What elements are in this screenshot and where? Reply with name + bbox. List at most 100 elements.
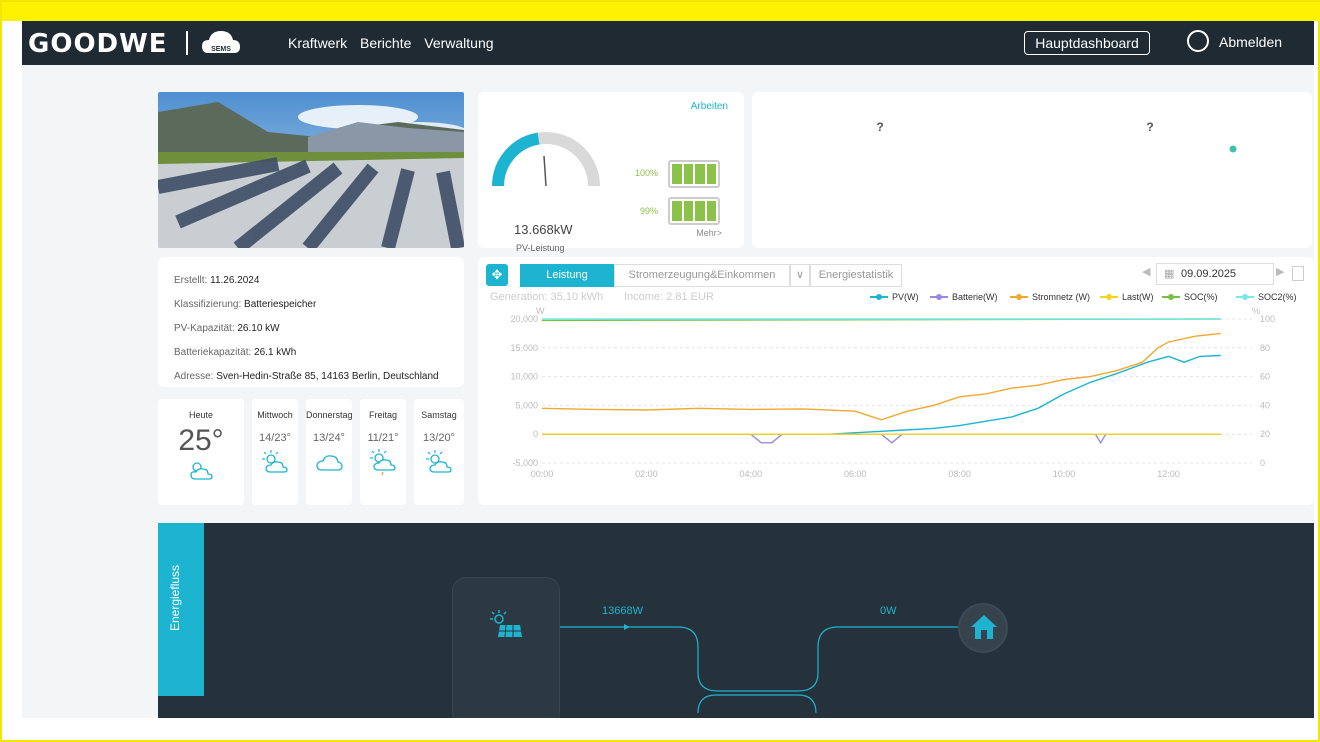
legend-marker — [1168, 294, 1174, 300]
weather-temp: 13/24° — [313, 432, 345, 444]
plant-info-card: Erstellt: 11.26.2024 Klassifizierung: Ba… — [158, 257, 464, 387]
legend-label: SOC2(%) — [1258, 292, 1297, 302]
kpi-production-total[interactable]: ? Produktion gesamt 16778.10 kWh — [1042, 116, 1161, 230]
x-tick-label: 06:00 — [844, 469, 867, 479]
kpi-income-total[interactable]: Gesamt Einkommen 1342.25 EUR — [1176, 116, 1295, 230]
chevron-down-icon[interactable]: ∨ — [790, 264, 810, 287]
address-value: Sven-Hedin-Straße 85, 14163 Berlin, Deut… — [216, 371, 439, 382]
next-date-icon[interactable]: ▶ — [1276, 265, 1284, 278]
money-icon — [1222, 137, 1248, 156]
weather-temp: 25° — [178, 424, 224, 457]
x-tick-label: 02:00 — [635, 469, 658, 479]
legend-marker — [1106, 294, 1112, 300]
weather-temp: 13/20° — [423, 432, 455, 444]
weather-day-2: Mittwoch 14/23° — [252, 399, 298, 505]
power-gauge-card: Arbeiten 13.668kW PV-Leistung 100% 99% M… — [478, 92, 744, 253]
y-tick-label: 0 — [533, 429, 538, 439]
legend-label: PV(W) — [892, 292, 919, 302]
battery2-percent: 99% — [639, 206, 658, 216]
kpi-pv-today[interactable]: ? PV-Erzeugung heute 35.10 kWh — [772, 116, 891, 230]
bolt-icon — [824, 136, 840, 164]
kpi-value: 16778.10 kWh — [1059, 207, 1144, 222]
y2-tick-label: 60 — [1260, 372, 1270, 382]
prev-date-icon[interactable]: ◀ — [1142, 265, 1150, 278]
weather-day: Samstag — [421, 410, 457, 420]
solar-panel-icon — [490, 610, 522, 638]
partly-sunny-icon — [426, 450, 452, 473]
y2-tick-label: 100 — [1260, 314, 1275, 324]
energy-flow-lines — [560, 624, 958, 714]
help-badge[interactable]: ? — [869, 116, 891, 138]
y2-tick-label: 40 — [1260, 400, 1270, 410]
kpi-income-today[interactable]: Einkommen heute 2.81 EUR — [907, 116, 1026, 230]
legend-label: Stromnetz (W) — [1032, 292, 1090, 302]
x-tick-label: 00:00 — [531, 469, 554, 479]
coins-icon — [958, 137, 974, 159]
legend-marker — [1016, 294, 1022, 300]
weather-day: Donnerstag — [306, 410, 353, 420]
classification-value: Batteriespeicher — [244, 299, 317, 310]
weather-day: Mittwoch — [257, 410, 293, 420]
tab-stromerzeugung[interactable]: Stromerzeugung&Einkommen — [614, 264, 790, 287]
y-tick-label: -5,000 — [512, 458, 538, 468]
kpi-label: Gesamt Einkommen — [1181, 182, 1290, 196]
legend-label: Batterie(W) — [952, 292, 998, 302]
goodwe-logo: GOODWE — [28, 29, 168, 59]
legend-marker — [876, 294, 882, 300]
user-icon[interactable] — [1187, 30, 1209, 52]
y-tick-label: 5,000 — [515, 400, 538, 410]
kpi-label: PV-Erzeugung heute — [776, 182, 887, 196]
weather-day: Freitag — [368, 410, 397, 420]
created-value: 11.26.2024 — [210, 275, 260, 286]
battery2-icon — [668, 197, 720, 225]
move-button[interactable]: ✥ — [486, 264, 508, 286]
plant-photo — [158, 92, 464, 248]
power-gauge — [492, 132, 600, 187]
battery1-icon — [668, 160, 720, 188]
logout-link[interactable]: Abmelden — [1219, 34, 1282, 50]
kpi-label: Produktion gesamt — [1051, 182, 1152, 196]
app-window: GOODWE SEMS Kraftwerk Berichte Verwaltun… — [22, 21, 1314, 718]
weather-day-5: Samstag 13/20° — [414, 399, 464, 505]
weather-temp: 14/23° — [259, 432, 291, 444]
weather-today: Heute 25° — [158, 399, 244, 505]
x-tick-label: 10:00 — [1053, 469, 1076, 479]
y-tick-label: 20,000 — [510, 314, 538, 324]
legend-marker — [936, 294, 942, 300]
logo-divider — [186, 31, 188, 55]
sems-text: SEMS — [211, 46, 231, 53]
series-line — [542, 433, 1221, 445]
power-label: PV-Leistung — [516, 243, 565, 253]
x-tick-label: 08:00 — [948, 469, 971, 479]
kpi-value: 1342.25 EUR — [1196, 207, 1275, 222]
y-tick-label: 15,000 — [510, 343, 538, 353]
weather-day-3: Donnerstag 13/24° — [306, 399, 353, 505]
pv-capacity-label: PV-Kapazität: — [174, 323, 235, 334]
weather-day-4: Freitag 11/21° — [360, 399, 406, 505]
x-tick-label: 12:00 — [1157, 469, 1180, 479]
help-badge[interactable]: ? — [1139, 116, 1161, 138]
kpi-panel: ? PV-Erzeugung heute 35.10 kWh Einkommen… — [752, 92, 1312, 248]
energy-flow-panel: Energiefluss 13668W 0W — [158, 523, 1314, 718]
sun-rain-icon — [370, 449, 396, 476]
home-icon — [971, 615, 997, 639]
pv-power-value: 13668W — [602, 605, 643, 617]
nav-berichte[interactable]: Berichte — [360, 35, 411, 51]
pv-capacity-value: 26.10 kW — [237, 323, 280, 334]
y2-tick-label: 20 — [1260, 429, 1270, 439]
tab-energiestatistik[interactable]: Energiestatistik — [810, 264, 902, 287]
status-label[interactable]: Arbeiten — [691, 101, 728, 112]
y-tick-label: 10,000 — [510, 372, 538, 382]
date-picker[interactable]: ▦ 09.09.2025 — [1156, 263, 1274, 285]
date-value: 09.09.2025 — [1181, 268, 1237, 280]
sems-logo: SEMS — [202, 31, 240, 53]
export-icon[interactable] — [1292, 266, 1304, 281]
battery1-percent: 100% — [634, 168, 658, 178]
legend-marker — [1242, 294, 1248, 300]
more-link[interactable]: Mehr> — [696, 228, 722, 238]
nav-verwaltung[interactable]: Verwaltung — [424, 35, 493, 51]
main-dashboard-button[interactable]: Hauptdashboard — [1024, 31, 1150, 55]
nav-kraftwerk[interactable]: Kraftwerk — [288, 35, 347, 51]
tab-leistung[interactable]: Leistung — [520, 264, 614, 287]
weather-temp: 11/21° — [367, 432, 399, 444]
